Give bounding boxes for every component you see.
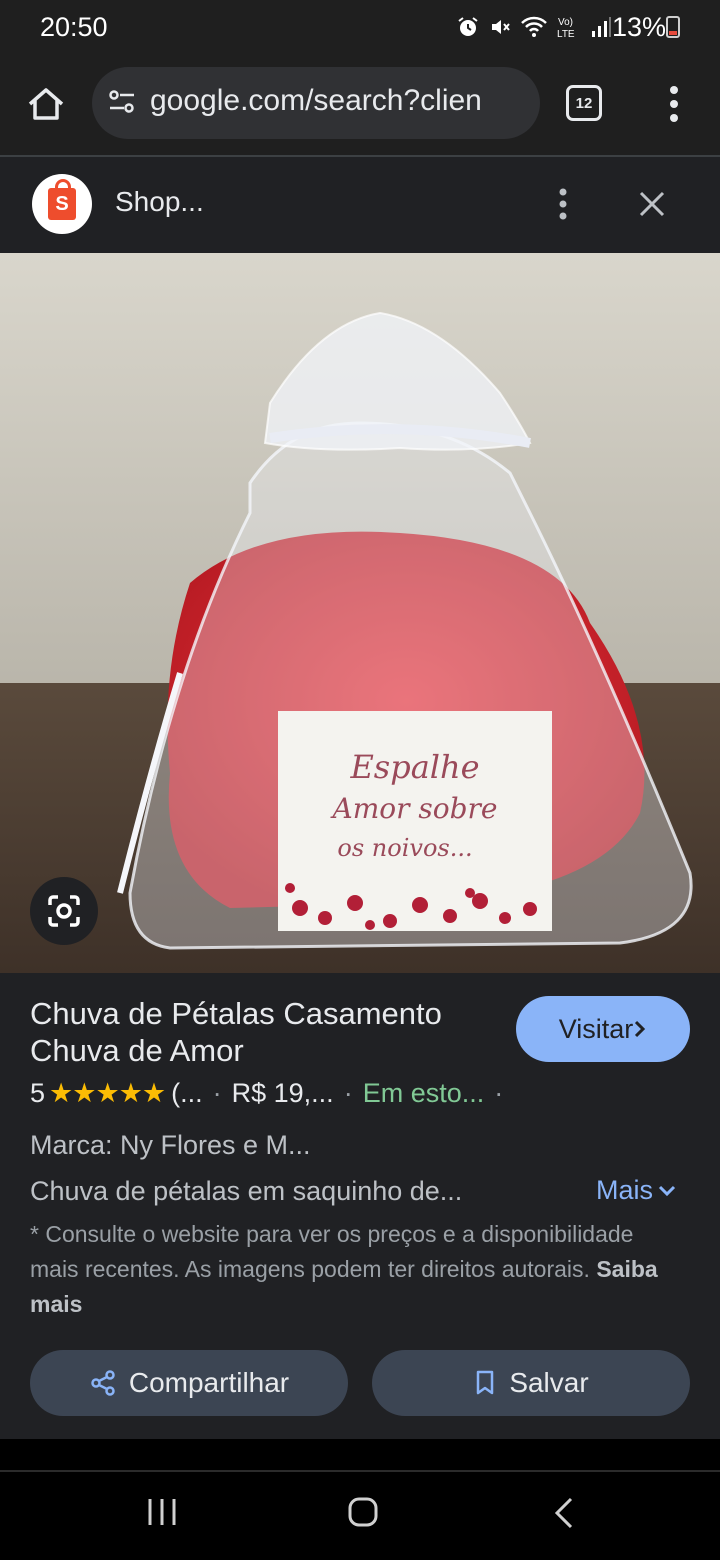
rating-value: 5: [30, 1078, 46, 1108]
price: R$ 19,...: [231, 1078, 334, 1108]
availability: Em esto...: [362, 1078, 485, 1108]
separator-dot: ·: [212, 1078, 222, 1108]
svg-text:Vo): Vo): [558, 17, 573, 28]
site-info-icon[interactable]: [106, 86, 138, 118]
star-icon: ★: [49, 1078, 73, 1108]
separator-dot: ·: [343, 1078, 353, 1108]
visit-button[interactable]: Visitar: [516, 996, 690, 1062]
sheet-gap: [0, 1439, 720, 1470]
product-photo: Espalhe Amor sobre os noivos...: [0, 253, 720, 973]
recents-icon[interactable]: [146, 1496, 178, 1528]
more-label: Mais: [596, 1175, 654, 1205]
card-line-3: os noivos...: [337, 834, 472, 862]
nav-home-icon[interactable]: [348, 1496, 378, 1528]
home-icon[interactable]: [24, 82, 68, 126]
share-button[interactable]: Compartilhar: [30, 1350, 348, 1416]
disclaimer: * Consulte o website para ver os preços …: [30, 1217, 670, 1322]
card-line-2: Amor sobre: [329, 792, 497, 825]
bookmark-icon: [477, 1370, 494, 1395]
volte-icon: Vo)LTE: [557, 17, 575, 40]
disclaimer-text: * Consulte o website para ver os preços …: [30, 1221, 634, 1282]
chevron-down-icon: [658, 1185, 676, 1196]
star-icon: ★: [72, 1078, 96, 1108]
overflow-menu-icon[interactable]: [660, 82, 688, 126]
url-text[interactable]: google.com/search?clien: [150, 84, 528, 118]
signal-icon: [592, 17, 611, 37]
share-icon: [91, 1370, 115, 1396]
separator-dot: ·: [494, 1078, 504, 1108]
wifi-icon: [521, 16, 547, 37]
shopping-bag-icon: S: [48, 179, 76, 220]
share-label: Compartilhar: [128, 1367, 290, 1398]
chevron-right-icon: [635, 1020, 646, 1038]
visit-button-label: Visitar: [558, 1013, 634, 1044]
tab-switcher-button[interactable]: 12: [566, 85, 602, 121]
product-image[interactable]: Espalhe Amor sobre os noivos...: [0, 253, 720, 973]
battery-icon: [666, 16, 680, 38]
google-lens-icon: [48, 895, 80, 927]
rating-stars: ★★★★★: [49, 1078, 166, 1109]
product-title: Chuva de Pétalas Casamento Chuva de Amor: [30, 996, 442, 1068]
status-icons: Vo) LTE: [456, 14, 612, 40]
mute-icon: [492, 20, 510, 34]
back-icon[interactable]: [552, 1496, 576, 1530]
close-icon[interactable]: [636, 188, 668, 220]
svg-text:LTE: LTE: [557, 29, 575, 40]
card-line-1: Espalhe: [349, 748, 479, 786]
product-meta-row: 5 ★★★★★ (... · R$ 19,... · Em esto... ·: [30, 1078, 513, 1109]
status-time: 20:50: [40, 12, 108, 42]
brand-text: Marca: Ny Flores e M...: [30, 1130, 311, 1160]
star-icon: ★: [118, 1078, 143, 1108]
shop-logo[interactable]: S: [32, 174, 92, 234]
star-icon: ★: [95, 1078, 119, 1108]
lens-button[interactable]: [30, 877, 98, 945]
alarm-icon: [458, 17, 478, 36]
more-button[interactable]: Mais: [596, 1175, 677, 1206]
shop-name[interactable]: Shop...: [115, 186, 204, 218]
battery-percent: 13%: [612, 12, 667, 42]
star-icon: ★: [141, 1078, 166, 1108]
description-text: Chuva de pétalas em saquinho de...: [30, 1176, 463, 1206]
save-button[interactable]: Salvar: [372, 1350, 690, 1416]
shop-header: [0, 157, 720, 253]
save-label: Salvar: [509, 1367, 589, 1398]
review-count: (...: [171, 1078, 203, 1108]
shop-more-icon[interactable]: [552, 186, 574, 222]
